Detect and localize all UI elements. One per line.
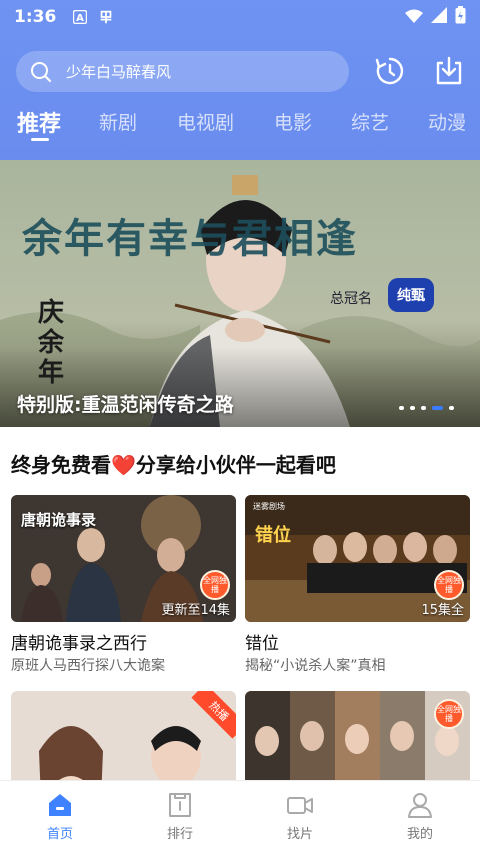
poster-title: 唐朝诡事录 bbox=[21, 511, 97, 529]
episode-status: 15集全 bbox=[421, 603, 464, 618]
nav-profile-label: 我的 bbox=[406, 827, 433, 842]
exclusive-badge: 全网独播 bbox=[200, 570, 230, 600]
status-bar: 1:36 A bbox=[0, 0, 480, 34]
video-card[interactable]: 唐朝诡事录 全网独播 更新至14集 唐朝诡事录之西行 原班人马西行探八大诡案 bbox=[11, 495, 236, 674]
carousel-dots bbox=[399, 406, 454, 410]
bottom-navigation: 首页 排行 找片 我的 bbox=[0, 780, 480, 853]
nav-profile[interactable]: 我的 bbox=[380, 791, 460, 842]
download-icon[interactable] bbox=[432, 54, 466, 88]
battery-icon bbox=[455, 6, 466, 28]
exclusive-badge: 全网独播 bbox=[434, 699, 464, 729]
hero-banner[interactable]: 余年有幸与君相逢 总冠名 纯甄 庆余年 特别版:重温范闲传奇之路 bbox=[0, 160, 480, 427]
banner-headline: 余年有幸与君相逢 bbox=[22, 215, 358, 262]
tab-variety[interactable]: 综艺 bbox=[351, 108, 389, 135]
svg-text:A: A bbox=[76, 13, 84, 24]
section-title: 终身免费看❤️分享给小伙伴一起看吧 bbox=[11, 453, 336, 477]
carousel-dot[interactable] bbox=[410, 406, 415, 410]
nav-ranking[interactable]: 排行 bbox=[140, 791, 220, 842]
poster-brand: 迷雾剧场 bbox=[253, 502, 285, 511]
episode-status: 更新至14集 bbox=[161, 603, 230, 618]
carousel-dot[interactable] bbox=[399, 406, 404, 410]
carousel-dot[interactable] bbox=[449, 406, 454, 410]
app-notification-icon bbox=[98, 9, 114, 25]
nav-discover-label: 找片 bbox=[286, 827, 313, 842]
tab-new-series[interactable]: 新剧 bbox=[99, 108, 137, 135]
nav-discover[interactable]: 找片 bbox=[260, 791, 340, 842]
category-tabs: 推荐 新剧 电视剧 电影 综艺 动漫 bbox=[0, 108, 480, 148]
card-title: 唐朝诡事录之西行 bbox=[11, 634, 147, 654]
history-icon[interactable] bbox=[373, 54, 407, 88]
banner-title: 特别版:重温范闲传奇之路 bbox=[17, 394, 234, 416]
a-notification-icon: A bbox=[72, 9, 88, 25]
nav-home-label: 首页 bbox=[46, 827, 73, 842]
tab-movies[interactable]: 电影 bbox=[274, 108, 312, 135]
nav-ranking-label: 排行 bbox=[166, 827, 193, 842]
card-title: 错位 bbox=[245, 634, 279, 654]
card-thumbnail: 唐朝诡事录 全网独播 更新至14集 bbox=[11, 495, 236, 622]
card-subtitle: 揭秘“小说杀人案”真相 bbox=[245, 658, 386, 674]
tab-recommend[interactable]: 推荐 bbox=[17, 106, 61, 138]
search-bar[interactable]: 少年白马醉春风 bbox=[16, 51, 349, 92]
signal-icon bbox=[431, 7, 447, 27]
tab-tv-series[interactable]: 电视剧 bbox=[177, 108, 234, 135]
tab-active-indicator bbox=[31, 138, 49, 141]
nav-home[interactable]: 首页 bbox=[20, 791, 100, 842]
status-time: 1:36 bbox=[14, 7, 57, 27]
poster-title: 错位 bbox=[255, 525, 291, 546]
wifi-icon bbox=[405, 8, 423, 27]
exclusive-badge: 全网独播 bbox=[434, 570, 464, 600]
search-icon bbox=[31, 61, 52, 82]
banner-show-logo: 庆余年 bbox=[38, 298, 65, 388]
video-camera-icon bbox=[287, 797, 313, 814]
video-card[interactable]: 迷雾剧场 错位 全网独播 15集全 错位 揭秘“小说杀人案”真相 bbox=[245, 495, 470, 674]
banner-sponsor-logo: 纯甄 bbox=[388, 278, 434, 312]
card-subtitle: 原班人马西行探八大诡案 bbox=[11, 658, 165, 674]
search-placeholder: 少年白马醉春风 bbox=[66, 63, 172, 81]
ranking-icon bbox=[169, 793, 191, 817]
carousel-dot[interactable] bbox=[421, 406, 426, 410]
banner-sponsor-label: 总冠名 bbox=[330, 291, 372, 307]
home-icon bbox=[49, 794, 71, 816]
user-icon bbox=[408, 793, 432, 818]
carousel-dot-active[interactable] bbox=[432, 406, 443, 410]
card-thumbnail: 迷雾剧场 错位 全网独播 15集全 bbox=[245, 495, 470, 622]
tab-anime[interactable]: 动漫 bbox=[428, 108, 466, 135]
